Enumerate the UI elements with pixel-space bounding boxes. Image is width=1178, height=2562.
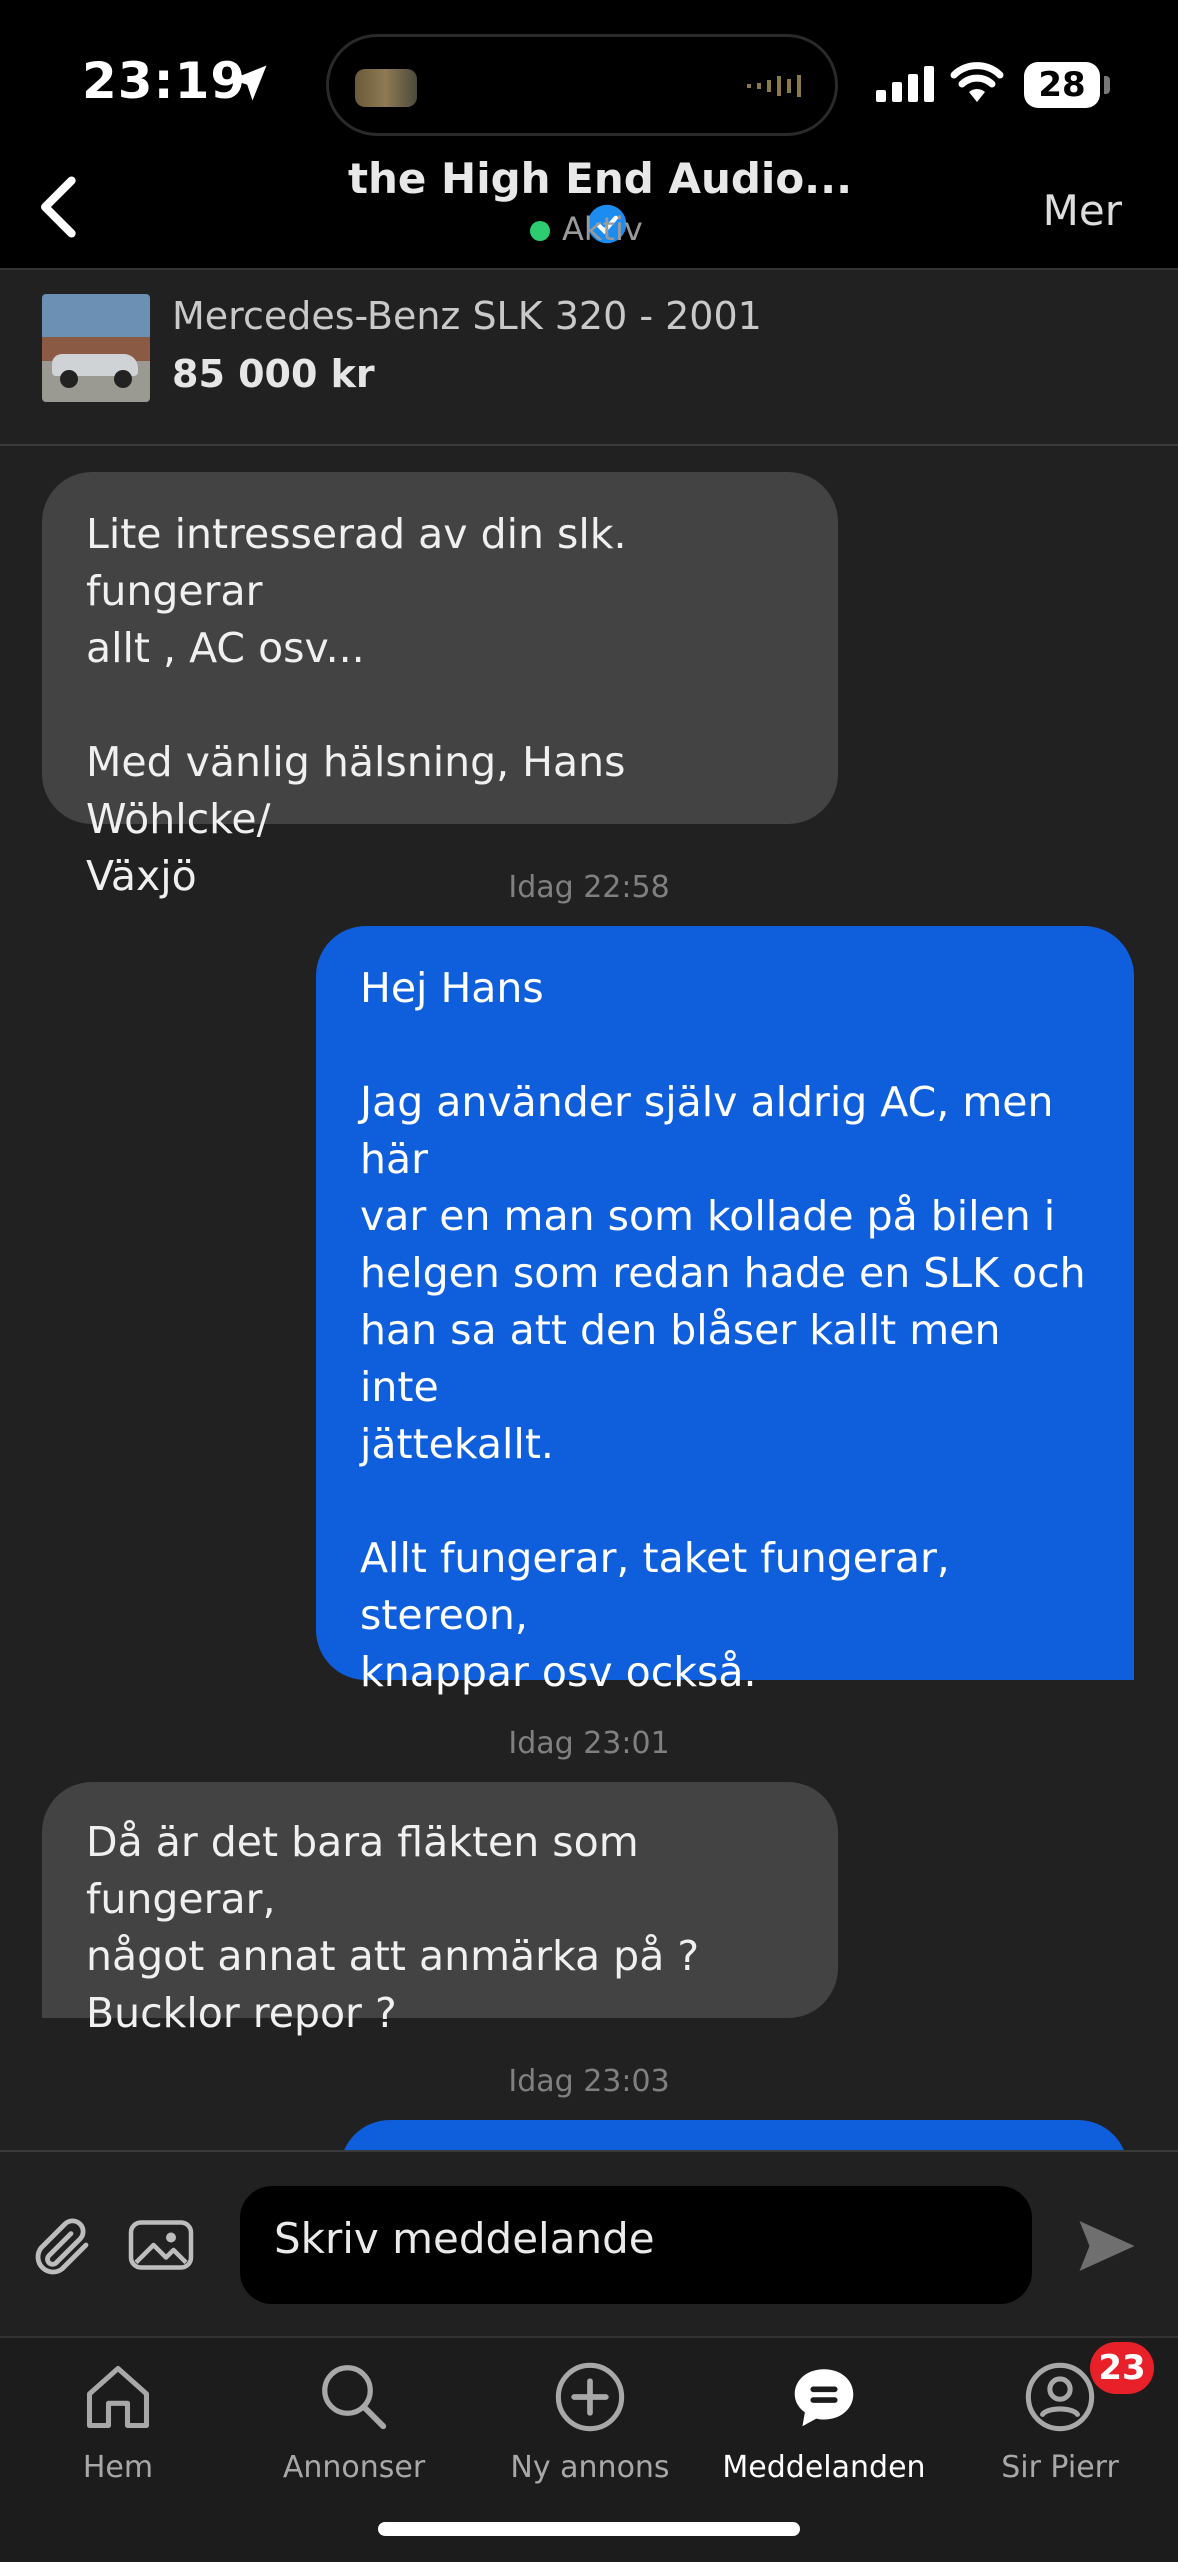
- tab-hem[interactable]: Hem: [0, 2352, 236, 2485]
- listing-price: 85 000 kr: [172, 352, 375, 396]
- message-text: Då är det bara fläkten som fungerar, någ…: [86, 1818, 700, 2037]
- send-icon[interactable]: [1074, 2216, 1140, 2276]
- message-timestamp: Idag 22:58: [508, 870, 670, 905]
- image-icon[interactable]: [126, 2214, 196, 2276]
- battery-tip: [1104, 76, 1110, 94]
- message-outgoing: Hej Hans Jag använder själv aldrig AC, m…: [316, 926, 1134, 1696]
- message-outgoing-partial: [340, 2120, 1128, 2150]
- online-dot: [530, 221, 550, 241]
- search-icon: [322, 2365, 387, 2430]
- chat-bubble-icon: [794, 2369, 854, 2427]
- audio-wave-icon: [747, 75, 801, 97]
- message-incoming: Lite intresserad av din slk. fungerar al…: [42, 472, 838, 900]
- message-timestamp: Idag 23:01: [508, 1726, 670, 1761]
- paperclip-icon[interactable]: [26, 2212, 98, 2284]
- tab-label: Meddelanden: [722, 2450, 926, 2485]
- message-text: Hej Hans Jag använder själv aldrig AC, m…: [360, 964, 1086, 1696]
- message-list[interactable]: Lite intresserad av din slk. fungerar al…: [0, 446, 1178, 2150]
- message-input-placeholder: Skriv meddelande: [274, 2214, 655, 2263]
- message-timestamp: Idag 23:03: [508, 2064, 670, 2099]
- tab-meddelanden[interactable]: Meddelanden: [706, 2352, 942, 2485]
- online-status-label: Aktiv: [562, 210, 643, 248]
- status-time: 23:19: [82, 52, 247, 110]
- tab-ny-annons[interactable]: Ny annons: [472, 2352, 708, 2485]
- cellular-signal-icon: [876, 66, 934, 102]
- home-indicator[interactable]: [378, 2522, 800, 2536]
- more-button[interactable]: Mer: [1043, 186, 1122, 235]
- message-composer: Skriv meddelande: [0, 2150, 1178, 2338]
- tab-label: Sir Pierr: [1001, 2450, 1119, 2485]
- location-arrow-icon: [231, 65, 267, 101]
- home-icon: [86, 2365, 150, 2429]
- chevron-left-icon[interactable]: [30, 174, 90, 240]
- battery-indicator: 28: [1024, 62, 1100, 108]
- message-incoming: Då är det bara fläkten som fungerar, någ…: [42, 1782, 838, 2037]
- listing-card[interactable]: Mercedes-Benz SLK 320 - 2001 85 000 kr: [0, 270, 1178, 446]
- tab-label: Annonser: [282, 2450, 426, 2485]
- tab-label: Ny annons: [510, 2450, 670, 2485]
- now-playing-artwork: [355, 69, 417, 107]
- online-status: Aktiv: [530, 210, 643, 248]
- conversation-title: the High End Audio...: [347, 154, 853, 203]
- listing-thumbnail: [42, 294, 150, 402]
- message-text: Lite intresserad av din slk. fungerar al…: [86, 510, 627, 900]
- wifi-icon: [950, 62, 1004, 102]
- status-bar: 23:19 28: [0, 0, 1178, 150]
- tab-annonser[interactable]: Annonser: [236, 2352, 472, 2485]
- notification-badge: 23: [1090, 2342, 1154, 2394]
- listing-title: Mercedes-Benz SLK 320 - 2001: [172, 294, 762, 338]
- plus-circle-icon: [555, 2362, 625, 2432]
- chat-header: the High End Audio... Aktiv Mer: [0, 150, 1178, 270]
- profile-icon: [1025, 2362, 1095, 2432]
- dynamic-island: [326, 34, 838, 136]
- tab-label: Hem: [82, 2450, 154, 2485]
